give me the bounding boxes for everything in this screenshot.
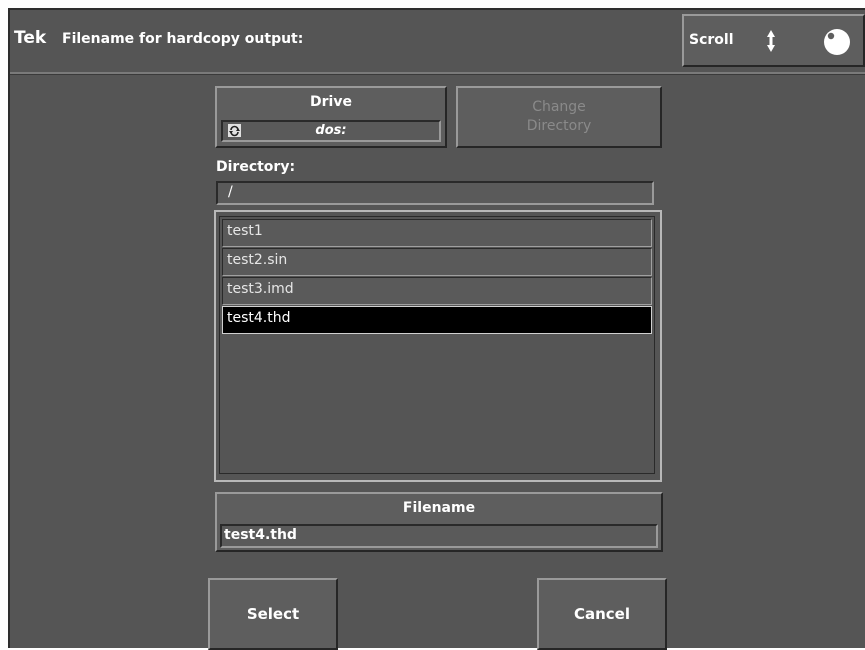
file-list-viewport: test1 test2.sin test3.imd test4.thd <box>219 216 655 474</box>
list-item[interactable]: test2.sin <box>222 248 652 276</box>
drive-value-field[interactable]: dos: <box>221 120 441 142</box>
tek-logo: Tek <box>14 28 47 48</box>
select-button[interactable]: Select <box>208 578 338 650</box>
scroll-control-button[interactable]: Scroll <box>682 14 865 67</box>
cancel-button-label: Cancel <box>573 605 630 623</box>
directory-value: / <box>228 184 233 200</box>
header: Tek Filename for hardcopy output: Scroll <box>10 10 865 72</box>
filename-label: Filename <box>402 500 476 516</box>
directory-label: Directory: <box>216 159 296 175</box>
change-directory-button[interactable]: Change Directory <box>456 86 662 148</box>
list-item[interactable]: test3.imd <box>222 277 652 305</box>
list-item-selected[interactable]: test4.thd <box>222 306 652 334</box>
scroll-label: Scroll <box>689 32 734 48</box>
cancel-button[interactable]: Cancel <box>537 578 667 650</box>
drive-value: dos: <box>315 123 347 138</box>
up-down-arrows-icon <box>767 30 775 52</box>
dialog-title: Filename for hardcopy output: <box>62 31 304 47</box>
select-button-label: Select <box>246 605 300 623</box>
knob-icon <box>824 29 850 55</box>
filename-panel: Filename test4.thd <box>215 492 663 552</box>
filename-field[interactable]: test4.thd <box>220 524 658 548</box>
directory-field[interactable]: / <box>216 181 654 205</box>
change-directory-label-line2: Directory <box>526 118 592 134</box>
filename-value: test4.thd <box>224 527 297 543</box>
drive-selector[interactable]: Drive dos: <box>215 86 447 148</box>
file-list[interactable]: test1 test2.sin test3.imd test4.thd <box>214 210 662 482</box>
header-divider <box>10 72 865 75</box>
change-directory-label-line1: Change <box>532 99 586 115</box>
change-directory-label: Change Directory <box>458 98 660 136</box>
list-item[interactable]: test1 <box>222 219 652 247</box>
hardcopy-filename-dialog: Tek Filename for hardcopy output: Scroll… <box>8 8 865 650</box>
drive-label: Drive <box>310 94 352 110</box>
